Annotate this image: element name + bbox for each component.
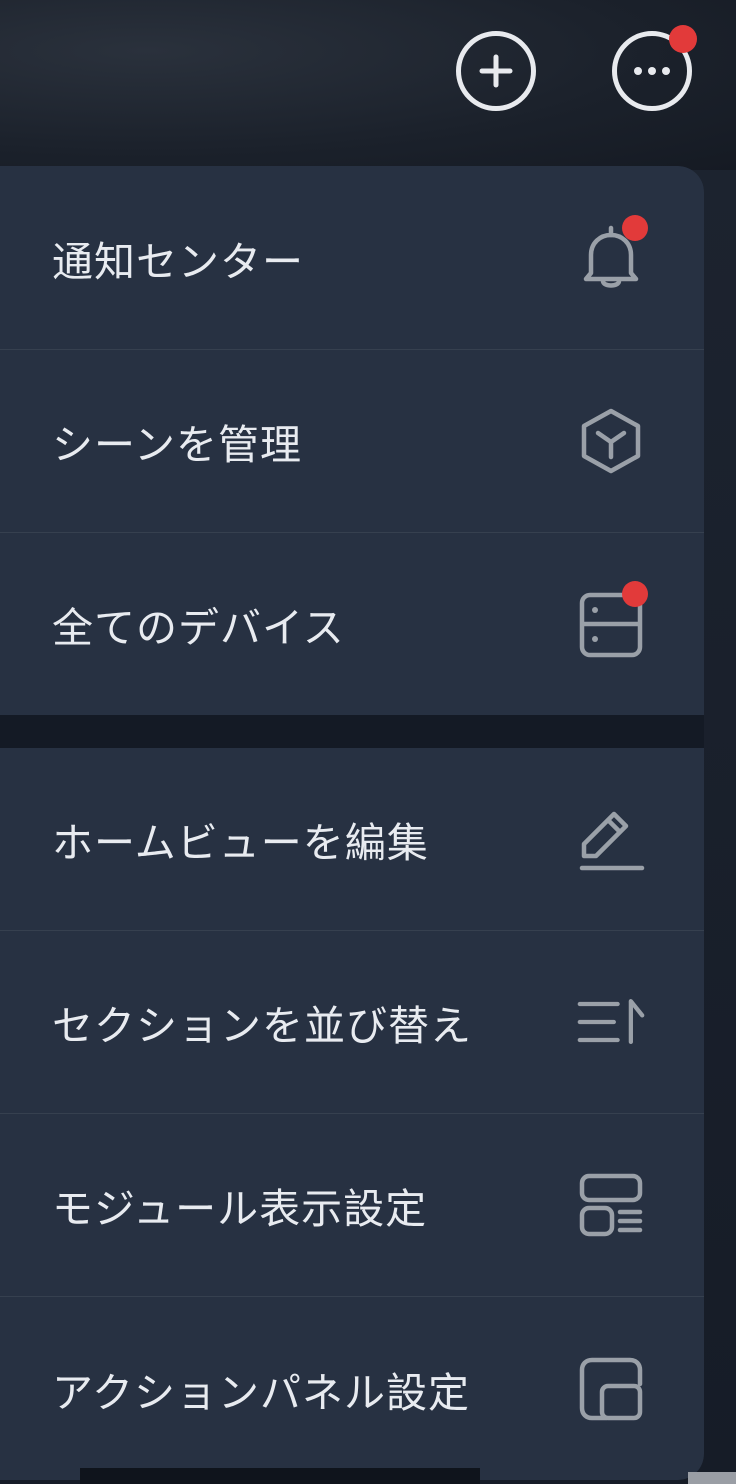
group-separator [0, 715, 704, 748]
menu-item-label: アクションパネル設定 [52, 1368, 470, 1417]
more-horizontal-icon [634, 67, 670, 75]
background-content-peek [80, 1468, 480, 1484]
menu-item-edit-home-view[interactable]: ホームビューを編集 [0, 748, 704, 931]
dropdown-menu: 通知センター シーンを管理 全てのデバイス ホームビューを編集 セクションを並び… [0, 166, 704, 1480]
menu-item-reorder-sections[interactable]: セクションを並び替え [0, 931, 704, 1114]
menu-item-manage-scenes[interactable]: シーンを管理 [0, 350, 704, 533]
menu-item-notification-center[interactable]: 通知センター [0, 166, 704, 350]
panel-icon [576, 1354, 646, 1424]
menu-item-label: セクションを並び替え [52, 1002, 472, 1050]
menu-item-action-panel-settings[interactable]: アクションパネル設定 [0, 1297, 704, 1480]
notification-badge [669, 25, 697, 53]
menu-item-label: モジュール表示設定 [52, 1185, 428, 1233]
menu-group-settings: ホームビューを編集 セクションを並び替え モジュール表示設定 アクションパネル設… [0, 748, 704, 1480]
menu-item-module-display-settings[interactable]: モジュール表示設定 [0, 1114, 704, 1297]
menu-item-label: シーンを管理 [52, 421, 302, 469]
plus-icon [479, 54, 513, 88]
menu-item-label: 通知センター [52, 237, 304, 286]
server-icon [576, 581, 648, 659]
layout-icon [576, 1170, 646, 1240]
add-button[interactable] [456, 31, 536, 111]
pencil-icon [576, 804, 646, 874]
menu-item-label: ホームビューを編集 [52, 819, 429, 867]
bell-notification-badge [622, 214, 648, 241]
bell-icon [576, 214, 648, 293]
sort-list-icon [576, 987, 646, 1057]
menu-group-primary: 通知センター シーンを管理 全てのデバイス [0, 166, 704, 715]
cube-icon [576, 406, 646, 476]
menu-item-all-devices[interactable]: 全てのデバイス [0, 533, 704, 715]
background-corner-peek [688, 1472, 736, 1484]
menu-item-label: 全てのデバイス [52, 604, 345, 652]
devices-notification-badge [622, 581, 648, 607]
